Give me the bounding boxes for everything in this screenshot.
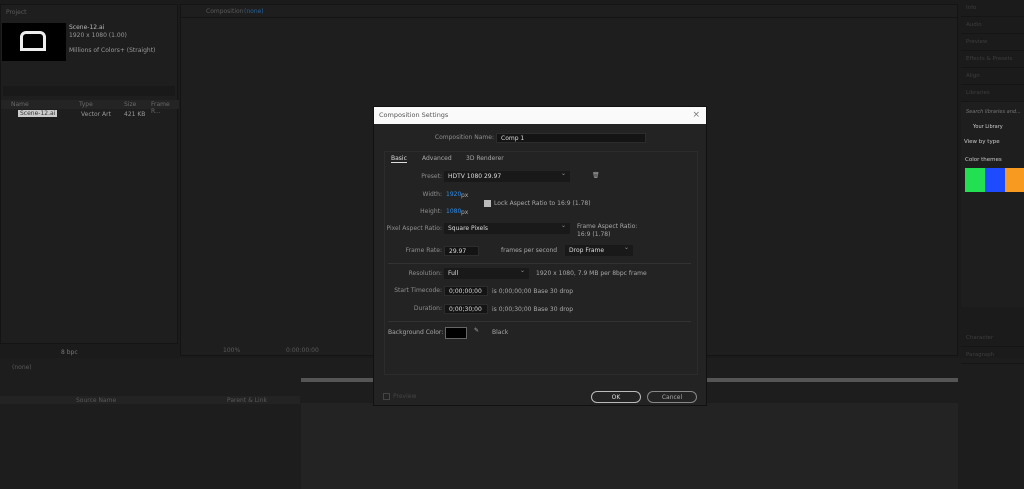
- timecode[interactable]: 0:00:00:00: [286, 347, 319, 354]
- filename[interactable]: Scene-12.ai: [69, 24, 104, 31]
- bg-color-swatch[interactable]: [445, 327, 467, 339]
- lock-label: Lock Aspect Ratio to 16:9 (1.78): [494, 200, 591, 207]
- color-theme-swatches[interactable]: [965, 168, 1024, 192]
- panel-audio[interactable]: Audio: [961, 17, 1024, 34]
- row-size: 421 KB: [124, 111, 146, 118]
- dims: 1920 x 1080 (1.00): [69, 32, 127, 39]
- project-title[interactable]: Project: [6, 9, 27, 16]
- resolution-select[interactable]: Full: [444, 267, 529, 279]
- fr-label: Frame Rate:: [405, 247, 442, 254]
- dur-info: is 0;00;30;00 Base 30 drop: [492, 306, 574, 313]
- color-themes[interactable]: Color themes: [965, 157, 1002, 163]
- thumbnail: [2, 23, 66, 61]
- colors: Millions of Colors+ (Straight): [69, 47, 156, 54]
- project-search[interactable]: [3, 86, 175, 96]
- preset-select[interactable]: HDTV 1080 29.97: [444, 170, 570, 182]
- width-unit: px: [461, 192, 469, 199]
- composition-settings-dialog: Composition Settings × Composition Name: …: [373, 106, 707, 406]
- col-name[interactable]: Name: [11, 101, 29, 108]
- dialog-title: Composition Settings: [379, 111, 449, 119]
- start-timecode-input[interactable]: 0;00;00;00: [444, 286, 488, 296]
- trash-icon[interactable]: 🗑: [592, 172, 600, 179]
- res-label: Resolution:: [408, 270, 442, 277]
- panel-align[interactable]: Align: [961, 68, 1024, 85]
- height-value[interactable]: 1080: [446, 208, 461, 215]
- comp-label[interactable]: Composition: [206, 8, 243, 15]
- frame-rate-input[interactable]: 29.97: [444, 246, 479, 256]
- preset-label: Preset:: [421, 173, 442, 180]
- row-type: Vector Art: [81, 111, 111, 118]
- width-label: Width:: [422, 191, 442, 198]
- height-label: Height:: [420, 208, 442, 215]
- preview-checkbox[interactable]: [383, 393, 390, 400]
- preview-label: Preview: [393, 393, 417, 400]
- library-search[interactable]: Search libraries and...: [966, 109, 1021, 115]
- start-info: is 0;00;00;00 Base 30 drop: [492, 288, 574, 295]
- dur-label: Duration:: [413, 305, 442, 312]
- timeline-tab[interactable]: (none): [12, 364, 32, 371]
- start-label: Start Timecode:: [394, 287, 442, 294]
- par-label: Pixel Aspect Ratio:: [386, 225, 443, 232]
- table-row[interactable]: Scene-12.ai Vector Art 421 KB: [1, 110, 179, 119]
- bg-label: Background Color:: [388, 329, 444, 336]
- comp-value[interactable]: (none): [244, 8, 264, 15]
- res-info: 1920 x 1080, 7.9 MB per 8bpc frame: [536, 270, 647, 277]
- tab-basic[interactable]: Basic: [391, 155, 407, 163]
- col-source-name[interactable]: Source Name: [76, 397, 116, 404]
- panel-preview[interactable]: Preview: [961, 34, 1024, 51]
- cancel-button[interactable]: Cancel: [647, 391, 697, 403]
- width-value[interactable]: 1920: [446, 191, 461, 198]
- panel-character[interactable]: Character: [961, 330, 1024, 347]
- comp-name-label: Composition Name:: [434, 134, 494, 141]
- bpc-button[interactable]: 8 bpc: [61, 349, 78, 356]
- tab-advanced[interactable]: Advanced: [422, 155, 452, 162]
- panel-info[interactable]: Info: [961, 0, 1024, 17]
- far-label: Frame Aspect Ratio:: [577, 223, 638, 230]
- col-parent[interactable]: Parent & Link: [227, 397, 267, 404]
- drop-frame-select[interactable]: Drop Frame: [565, 244, 633, 256]
- height-unit: px: [461, 209, 469, 216]
- project-panel: Project Scene-12.ai 1920 x 1080 (1.00) M…: [0, 4, 179, 356]
- panel-libraries[interactable]: Libraries: [961, 85, 1024, 102]
- tab-3d-renderer[interactable]: 3D Renderer: [466, 155, 504, 162]
- row-name: Scene-12.ai: [18, 110, 58, 117]
- zoom-select[interactable]: 100%: [223, 347, 240, 354]
- lock-checkbox[interactable]: [484, 200, 491, 207]
- fps-label: frames per second: [501, 247, 558, 254]
- panel-paragraph[interactable]: Paragraph: [961, 347, 1024, 364]
- col-type[interactable]: Type: [79, 101, 93, 108]
- duration-input[interactable]: 0;00;30;00: [444, 304, 488, 314]
- comp-name-input[interactable]: Comp 1: [496, 133, 646, 143]
- eyedropper-icon[interactable]: ✎: [474, 327, 479, 334]
- col-size[interactable]: Size: [124, 101, 136, 108]
- far-value: 16:9 (1.78): [577, 231, 611, 238]
- close-icon[interactable]: ×: [692, 110, 700, 120]
- bg-name: Black: [492, 329, 509, 336]
- library-select[interactable]: Your Library: [973, 124, 1003, 130]
- column-header: Name Type Size Frame R...: [1, 100, 179, 115]
- par-select[interactable]: Square Pixels: [444, 222, 570, 234]
- panel-effects[interactable]: Effects & Presets: [961, 51, 1024, 68]
- view-by-type[interactable]: View by type: [964, 139, 1000, 145]
- ok-button[interactable]: OK: [591, 391, 641, 403]
